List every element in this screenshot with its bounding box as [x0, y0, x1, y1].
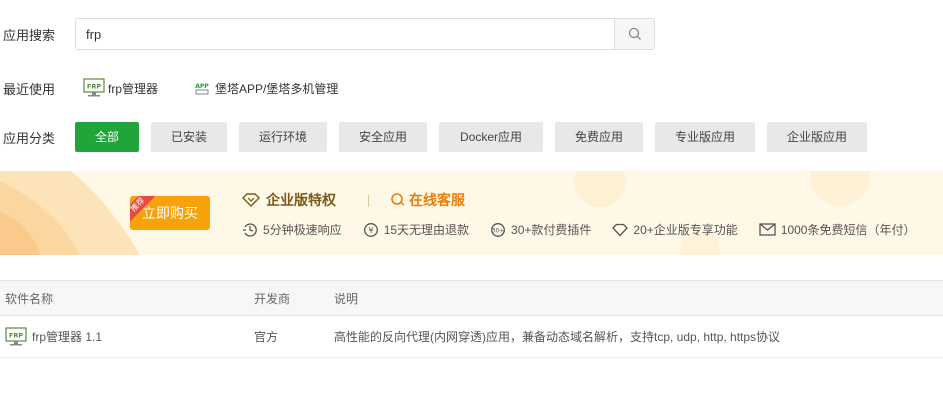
feature-label: 1000条免费短信（年付）: [780, 223, 916, 237]
feature-label: 15天无理由退款: [383, 223, 470, 237]
recent-item-frp[interactable]: FRP frp管理器: [83, 78, 158, 98]
clock-icon: [243, 222, 257, 237]
feature-label: 30+款付费插件: [511, 223, 592, 237]
app-icon: APP: [195, 83, 209, 95]
category-docker[interactable]: Docker应用: [439, 122, 543, 152]
table-row[interactable]: FRP frp管理器 1.1 官方 高性能的反向代理(内网穿透)应用，兼备动态域…: [0, 316, 943, 358]
category-installed[interactable]: 已安装: [151, 122, 227, 152]
search-label: 应用搜索: [3, 27, 56, 43]
category-row: 应用分类 全部 已安装 运行环境 安全应用 Docker应用 免费应用 专业版应…: [0, 122, 879, 152]
category-security[interactable]: 安全应用: [339, 122, 427, 152]
svg-text:30+: 30+: [492, 227, 505, 234]
feature-item: 1000条免费短信（年付）: [759, 221, 916, 238]
svg-text:APP: APP: [195, 83, 209, 90]
app-table: 软件名称 开发商 说明 FRP frp管理器 1.1 官方 高性能的反向代理(内…: [0, 280, 943, 358]
search-button[interactable]: [614, 19, 654, 49]
category-runtime[interactable]: 运行环境: [239, 122, 327, 152]
recent-item-label: frp管理器: [108, 81, 159, 96]
diamond-icon: [242, 193, 260, 207]
enterprise-privilege: 企业版特权: [242, 190, 336, 210]
diamond-icon: [612, 223, 629, 236]
search-row: 应用搜索: [0, 18, 655, 50]
feature-item: ¥ 15天无理由退款: [363, 221, 469, 238]
category-pro[interactable]: 专业版应用: [655, 122, 755, 152]
feature-label: 5分钟极速响应: [263, 223, 342, 237]
row-name-cell: FRP frp管理器 1.1: [0, 326, 250, 347]
plugin-icon: 30+: [491, 222, 505, 237]
search-box: [75, 18, 655, 50]
header-vendor: 开发商: [254, 291, 291, 306]
frp-icon: FRP: [83, 78, 105, 97]
feature-label: 20+企业版专享功能: [633, 223, 738, 237]
app-vendor: 官方: [254, 330, 279, 344]
search-icon: [628, 27, 641, 40]
feature-list: 5分钟极速响应 ¥ 15天无理由退款 30+ 30+款付费插件 20+企业版专享…: [242, 221, 936, 238]
recent-item-label: 堡塔APP/堡塔多机管理: [215, 81, 339, 96]
category-all[interactable]: 全部: [75, 122, 139, 152]
recent-row: 最近使用 FRP frp管理器 APP 堡塔APP/堡塔多机管理: [0, 76, 364, 100]
feature-item: 30+ 30+款付费插件: [490, 221, 591, 238]
feature-item: 5分钟极速响应: [242, 221, 342, 238]
search-input[interactable]: [76, 19, 614, 49]
header-desc: 说明: [334, 291, 359, 306]
recent-label: 最近使用: [3, 81, 56, 97]
chat-icon: [391, 193, 405, 206]
refund-icon: ¥: [363, 222, 378, 237]
svg-text:FRP: FRP: [87, 83, 101, 91]
category-free[interactable]: 免费应用: [555, 122, 643, 152]
app-description: 高性能的反向代理(内网穿透)应用，兼备动态域名解析，支持tcp, udp, ht…: [334, 330, 781, 344]
category-label: 应用分类: [3, 130, 56, 146]
recent-item-app[interactable]: APP 堡塔APP/堡塔多机管理: [192, 79, 338, 97]
buy-now-button[interactable]: 推荐 立即购买: [130, 196, 210, 230]
privilege-label: 企业版特权: [266, 192, 336, 208]
service-label: 在线客服: [409, 192, 465, 208]
online-service-link[interactable]: 在线客服: [390, 190, 465, 210]
svg-text:FRP: FRP: [9, 331, 23, 339]
feature-item: 20+企业版专享功能: [612, 221, 738, 238]
buy-now-label: 立即购买: [142, 205, 198, 221]
svg-text:¥: ¥: [368, 226, 373, 235]
frp-icon: FRP: [5, 326, 27, 345]
category-enterprise[interactable]: 企业版应用: [767, 122, 867, 152]
table-header: 软件名称 开发商 说明: [0, 280, 943, 316]
app-name: frp管理器 1.1: [32, 330, 103, 344]
mail-icon: [759, 223, 776, 236]
header-name: 软件名称: [5, 291, 54, 306]
divider: [368, 195, 369, 207]
enterprise-banner: 推荐 立即购买 企业版特权 在线客服 5分钟极速响应 ¥ 15天无理由退款 30…: [0, 171, 943, 255]
